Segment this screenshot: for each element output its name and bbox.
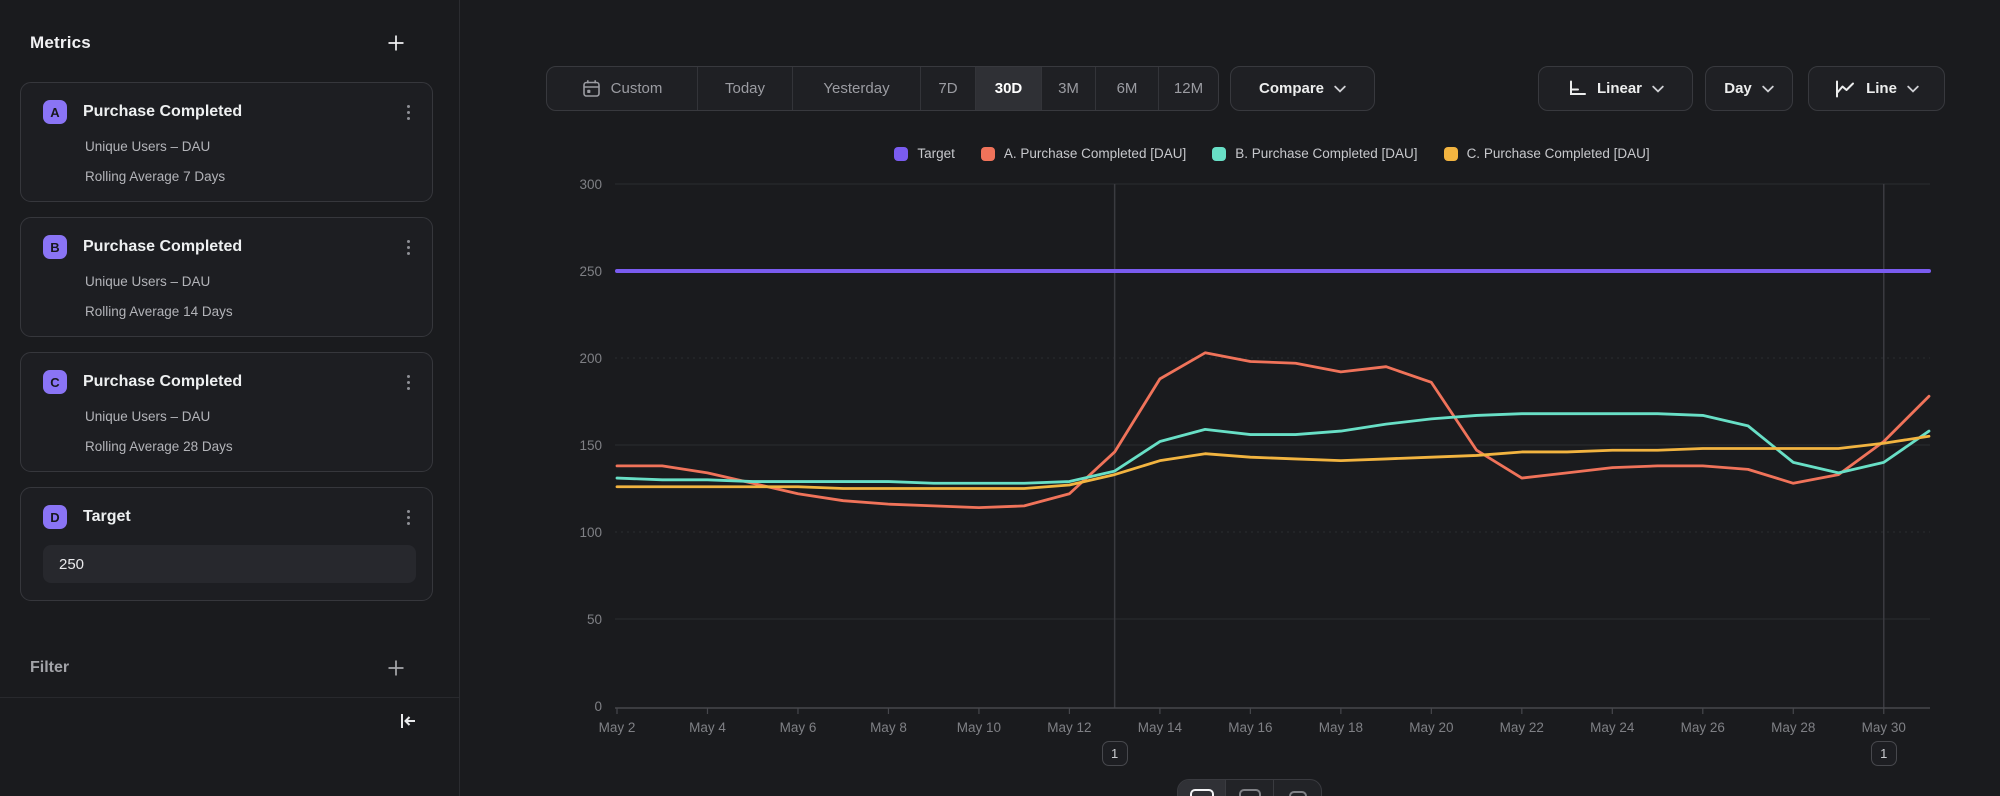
collapse-sidebar-button[interactable] (397, 712, 419, 735)
svg-text:May 22: May 22 (1500, 720, 1544, 735)
metric-badge-b: B (43, 235, 67, 259)
chart-height-toggle (1177, 779, 1322, 796)
svg-text:250: 250 (579, 264, 602, 279)
annotation-badge[interactable]: 1 (1102, 741, 1128, 766)
metric-title: Purchase Completed (83, 103, 401, 121)
kebab-menu-icon[interactable] (401, 373, 416, 392)
target-card[interactable]: D Target (20, 487, 433, 601)
kebab-menu-icon[interactable] (401, 508, 416, 527)
chart-height-option-medium[interactable] (1225, 780, 1273, 796)
sidebar-title: Metrics (30, 33, 91, 53)
metric-card-c[interactable]: C Purchase Completed Unique Users – DAU … (20, 352, 433, 472)
svg-text:May 24: May 24 (1590, 720, 1635, 735)
add-filter-button[interactable] (383, 655, 409, 681)
svg-text:50: 50 (587, 612, 602, 627)
svg-text:May 18: May 18 (1319, 720, 1363, 735)
annotation-badge[interactable]: 1 (1871, 741, 1897, 766)
svg-text:200: 200 (579, 351, 602, 366)
metric-card-list: A Purchase Completed Unique Users – DAU … (0, 56, 459, 601)
svg-text:150: 150 (579, 438, 602, 453)
svg-text:May 28: May 28 (1771, 720, 1815, 735)
filter-title: Filter (30, 659, 69, 677)
collapse-left-icon (397, 712, 419, 730)
svg-text:May 10: May 10 (957, 720, 1001, 735)
metrics-sidebar: Metrics A Purchase Completed Unique User… (0, 0, 460, 796)
sidebar-header: Metrics (0, 0, 459, 56)
plus-icon (387, 34, 405, 52)
metric-measure-row: Unique Users – DAU (43, 139, 416, 154)
metric-rolling-row: Rolling Average 28 Days (43, 439, 416, 454)
svg-text:May 4: May 4 (689, 720, 726, 735)
filter-section-header: Filter (0, 601, 459, 681)
svg-text:May 14: May 14 (1138, 720, 1183, 735)
metric-title: Purchase Completed (83, 373, 401, 391)
chart-height-option-small[interactable] (1273, 780, 1321, 796)
kebab-menu-icon[interactable] (401, 238, 416, 257)
metric-measure-row: Unique Users – DAU (43, 274, 416, 289)
metric-badge-c: C (43, 370, 67, 394)
svg-text:0: 0 (594, 699, 602, 714)
svg-text:May 30: May 30 (1862, 720, 1906, 735)
svg-text:May 12: May 12 (1047, 720, 1091, 735)
svg-text:May 26: May 26 (1681, 720, 1725, 735)
metric-card-b[interactable]: B Purchase Completed Unique Users – DAU … (20, 217, 433, 337)
plus-icon (387, 659, 405, 677)
metric-measure-row: Unique Users – DAU (43, 409, 416, 424)
chart-height-option-large[interactable] (1178, 780, 1225, 796)
svg-text:May 2: May 2 (599, 720, 636, 735)
metric-card-a[interactable]: A Purchase Completed Unique Users – DAU … (20, 82, 433, 202)
line-chart[interactable]: 0 50 100 150 200 250 300 May 2 May 4 May 6 May 8 Ma… (460, 0, 2000, 796)
metric-title: Purchase Completed (83, 238, 401, 256)
target-title: Target (83, 508, 401, 526)
kebab-menu-icon[interactable] (401, 103, 416, 122)
add-metric-button[interactable] (383, 30, 409, 56)
metric-badge-d: D (43, 505, 67, 529)
panel-small-icon (1289, 791, 1307, 796)
metric-rolling-row: Rolling Average 14 Days (43, 304, 416, 319)
svg-text:300: 300 (579, 177, 602, 192)
svg-text:May 6: May 6 (780, 720, 817, 735)
svg-text:May 16: May 16 (1228, 720, 1272, 735)
target-value-input[interactable] (43, 545, 416, 583)
metric-badge-a: A (43, 100, 67, 124)
svg-text:May 8: May 8 (870, 720, 907, 735)
svg-text:100: 100 (579, 525, 602, 540)
panel-large-icon (1190, 789, 1214, 796)
panel-medium-icon (1239, 789, 1261, 796)
metric-rolling-row: Rolling Average 7 Days (43, 169, 416, 184)
metrics-dashboard: Metrics A Purchase Completed Unique User… (0, 0, 2000, 796)
svg-text:May 20: May 20 (1409, 720, 1453, 735)
